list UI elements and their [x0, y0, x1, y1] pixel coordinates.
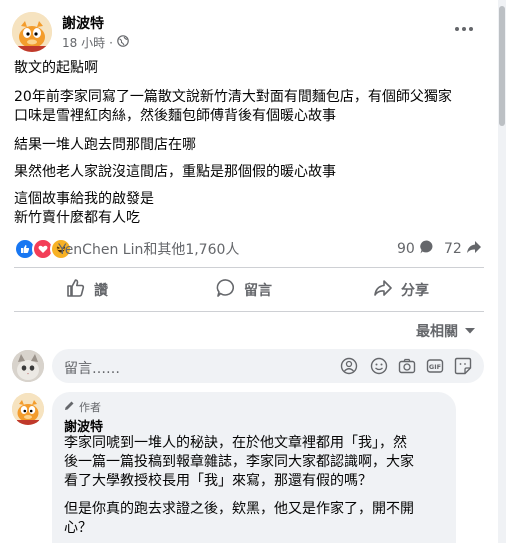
current-user-avatar[interactable]	[12, 350, 44, 382]
reply-comment-bubble: 作者 謝波特 李家同唬到一堆人的秘訣，在於他文章裡都用「我」，然 後一篇一篇投稿…	[52, 392, 456, 543]
scrollbar[interactable]	[498, 0, 506, 543]
garfield-avatar-image	[12, 12, 52, 52]
caret-down-icon	[464, 323, 476, 339]
share-count[interactable]: 72	[444, 239, 482, 259]
post-card: 謝波特 18 小時 · 散文的起點啊 20年前李家同寫了一篇散文說新竹清大對面有…	[0, 0, 498, 543]
reply-text-line: 看了大學教授校長用「我」來寫，那還有假的嗎？	[64, 473, 372, 489]
like-label: 讚	[94, 283, 108, 299]
post-text-line: 結果一堆人跑去問那間店在哪	[14, 137, 196, 153]
comment-icon	[216, 278, 236, 302]
post-text-line: 果然他老人家說沒這間店，重點是那個假的暖心故事	[14, 164, 336, 180]
post-text-line: 新竹賣什麼都有人吃	[14, 210, 140, 226]
post-text-line: 散文的起點啊	[14, 60, 98, 76]
reply-author-name[interactable]: 謝波特	[64, 416, 103, 435]
emoji-icon[interactable]	[370, 357, 388, 375]
more-dots-icon	[455, 27, 473, 31]
more-options-button[interactable]	[446, 14, 482, 44]
post-time[interactable]: 18 小時	[62, 34, 105, 51]
like-button[interactable]: 讚	[66, 272, 108, 308]
share-arrow-icon	[466, 239, 482, 259]
meta-separator: ·	[109, 35, 113, 50]
author-name[interactable]: 謝波特	[62, 13, 104, 33]
pen-icon	[64, 400, 75, 414]
thumbs-up-icon	[66, 278, 86, 302]
reply-text-line: 後一篇一篇投稿到報章雜誌，李家同大家都認識啊，大家	[64, 454, 414, 470]
divider	[14, 267, 484, 268]
post-text-line: 這個故事給我的啟發是	[14, 191, 154, 207]
post-text-line: 口味是雪裡紅肉絲，然後麵包師傅背後有個暖心故事	[14, 108, 336, 124]
scrollbar-thumb[interactable]	[499, 6, 505, 126]
garfield-avatar-image	[12, 393, 44, 425]
globe-icon	[117, 35, 129, 50]
svg-text:GIF: GIF	[429, 363, 441, 371]
post-text-line: 20年前李家同寫了一篇散文說新竹清大對面有間麵包店，有個師父獨家	[14, 89, 452, 105]
reply-text-line: 李家同唬到一堆人的秘訣，在於他文章裡都用「我」，然	[64, 435, 407, 451]
avatar-sticker-icon[interactable]	[340, 357, 358, 375]
comment-count[interactable]: 90	[397, 239, 435, 259]
share-icon	[373, 278, 393, 302]
share-button[interactable]: 分享	[373, 272, 429, 308]
reaction-names[interactable]: YenChen Lin和其他1,760人	[58, 239, 239, 259]
author-badge-label: 作者	[79, 401, 101, 414]
author-badge: 作者	[64, 399, 101, 415]
comment-label: 留言	[244, 283, 272, 299]
author-avatar[interactable]	[12, 12, 52, 52]
sort-label: 最相關	[416, 324, 458, 340]
share-count-value: 72	[444, 241, 462, 257]
post-meta: 18 小時 ·	[62, 34, 129, 51]
reply-text-line: 心？	[64, 520, 92, 536]
comment-input[interactable]: 留言…… GIF	[52, 349, 484, 383]
comment-count-value: 90	[397, 241, 415, 257]
share-label: 分享	[401, 283, 429, 299]
comment-bubble-icon	[419, 239, 435, 259]
gif-icon[interactable]: GIF	[426, 357, 444, 375]
cat-avatar-image	[12, 350, 44, 382]
comment-sort-dropdown[interactable]: 最相關	[416, 321, 476, 341]
reply-text-line: 但是你真的跑去求證之後，欸黑，他又是作家了，開不開	[64, 501, 414, 517]
camera-icon[interactable]	[398, 357, 416, 375]
comment-button[interactable]: 留言	[216, 272, 272, 308]
reply-author-avatar[interactable]	[12, 393, 44, 425]
divider	[14, 311, 484, 312]
sticker-icon[interactable]	[454, 357, 472, 375]
comment-placeholder: 留言……	[64, 361, 120, 377]
